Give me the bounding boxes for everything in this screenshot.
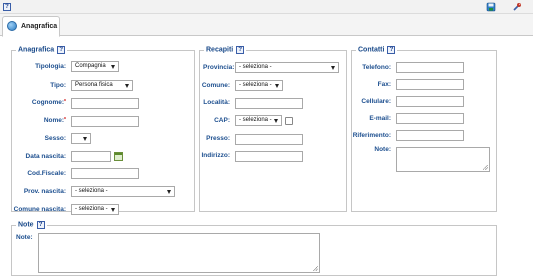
sesso-select[interactable] bbox=[71, 133, 91, 144]
cognome-label: Cognome:* bbox=[31, 99, 66, 106]
contatti-note-textarea[interactable] bbox=[396, 147, 490, 172]
tipo-select[interactable]: Persona fisica bbox=[71, 80, 133, 91]
cod-fiscale-label: Cod.Fiscale: bbox=[27, 170, 66, 177]
prov-nascita-select[interactable]: - seleziona - bbox=[71, 186, 175, 197]
anagrafica-legend: Anagrafica? bbox=[16, 46, 68, 56]
tipo-label: Tipo: bbox=[50, 82, 66, 89]
user-circle-icon bbox=[7, 21, 17, 31]
localita-input[interactable] bbox=[235, 98, 303, 109]
comune-nascita-select[interactable]: - seleziona - bbox=[71, 204, 119, 215]
provincia-label: Provincia: bbox=[203, 64, 235, 71]
recapiti-legend-text: Recapiti bbox=[206, 46, 234, 54]
telefono-label: Telefono: bbox=[362, 64, 391, 71]
note-legend-text: Note bbox=[18, 221, 34, 229]
localita-label: Località: bbox=[203, 99, 230, 106]
note-label: Note: bbox=[16, 234, 33, 241]
save-icon[interactable] bbox=[486, 2, 496, 12]
presso-input[interactable] bbox=[235, 134, 303, 145]
tab-strip: Anagrafica bbox=[0, 14, 533, 37]
nome-label: Nome:* bbox=[43, 117, 66, 124]
cognome-input[interactable] bbox=[71, 98, 139, 109]
chevron-down-icon bbox=[111, 208, 115, 212]
cellulare-label: Cellulare: bbox=[361, 98, 391, 105]
top-toolbar: ? bbox=[0, 0, 533, 14]
comune-nascita-label: Comune nascita: bbox=[13, 206, 66, 213]
cap-select[interactable]: - seleziona - bbox=[235, 115, 282, 126]
chevron-down-icon bbox=[111, 65, 115, 69]
indirizzo-label: Indirizzo: bbox=[201, 152, 230, 159]
contatti-legend-text: Contatti bbox=[358, 46, 385, 54]
comune-label: Comune: bbox=[201, 82, 230, 89]
help-icon[interactable]: ? bbox=[36, 221, 45, 229]
nome-input[interactable] bbox=[71, 116, 139, 127]
note-legend: Note? bbox=[16, 221, 47, 231]
sesso-label: Sesso: bbox=[44, 135, 66, 142]
telefono-input[interactable] bbox=[396, 62, 464, 73]
anagrafica-fieldset: Anagrafica? Tipologia: Compagnia Tipo: P… bbox=[11, 46, 195, 215]
riferimento-input[interactable] bbox=[396, 130, 464, 141]
chevron-down-icon bbox=[167, 190, 171, 194]
cellulare-input[interactable] bbox=[396, 96, 464, 107]
contatti-note-label: Note: bbox=[374, 146, 391, 153]
help-icon[interactable]: ? bbox=[387, 46, 396, 54]
chevron-down-icon bbox=[275, 84, 279, 88]
tab-anagrafica[interactable]: Anagrafica bbox=[2, 16, 60, 37]
resize-grip-icon[interactable] bbox=[313, 266, 318, 271]
fax-input[interactable] bbox=[396, 79, 464, 90]
contatti-legend: Contatti? bbox=[356, 46, 398, 56]
tools-icon[interactable] bbox=[512, 2, 522, 12]
chevron-down-icon bbox=[125, 84, 129, 88]
comune-select[interactable]: - seleziona - bbox=[235, 80, 283, 91]
chevron-down-icon bbox=[274, 119, 278, 123]
prov-nascita-label: Prov. nascita: bbox=[23, 188, 66, 195]
note-textarea[interactable] bbox=[38, 233, 320, 273]
tipologia-label: Tipologia: bbox=[35, 63, 66, 70]
data-nascita-label: Data nascita: bbox=[25, 153, 66, 160]
presso-label: Presso: bbox=[206, 135, 230, 142]
email-label: E-mail: bbox=[369, 115, 391, 122]
recapiti-fieldset: Recapiti? Provincia: - seleziona - Comun… bbox=[199, 46, 347, 212]
help-icon[interactable]: ? bbox=[57, 46, 66, 54]
help-icon[interactable]: ? bbox=[236, 46, 245, 54]
recapiti-legend: Recapiti? bbox=[204, 46, 247, 56]
fax-label: Fax: bbox=[377, 81, 391, 88]
tab-label: Anagrafica bbox=[21, 23, 58, 30]
note-fieldset: Note? Note: bbox=[11, 221, 497, 276]
chevron-down-icon bbox=[83, 137, 87, 141]
cap-label: CAP: bbox=[214, 117, 230, 124]
riferimento-label: Riferimento: bbox=[352, 132, 391, 139]
anagrafica-legend-text: Anagrafica bbox=[18, 46, 55, 54]
resize-grip-icon[interactable] bbox=[483, 165, 488, 170]
data-nascita-input[interactable] bbox=[71, 151, 111, 162]
cod-fiscale-input[interactable] bbox=[71, 168, 139, 179]
email-input[interactable] bbox=[396, 113, 464, 124]
calendar-icon[interactable] bbox=[114, 152, 123, 161]
provincia-select[interactable]: - seleziona - bbox=[235, 62, 339, 73]
cap-checkbox[interactable] bbox=[285, 117, 293, 125]
help-icon[interactable]: ? bbox=[3, 3, 11, 11]
tipologia-select[interactable]: Compagnia bbox=[71, 61, 119, 72]
contatti-fieldset: Contatti? Telefono: Fax: Cellulare: E-ma… bbox=[351, 46, 497, 212]
chevron-down-icon bbox=[331, 66, 335, 70]
indirizzo-input[interactable] bbox=[235, 151, 303, 162]
